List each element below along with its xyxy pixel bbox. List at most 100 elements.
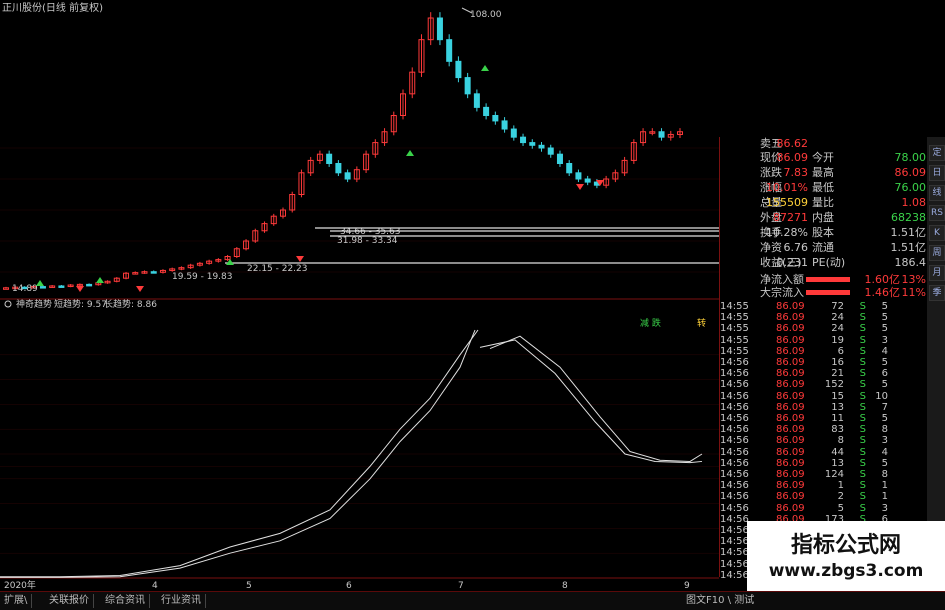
tick-count: 3 [881,334,888,346]
quote-value: 87271 [773,211,808,224]
chart-background [0,0,719,591]
flow-value: 1.46亿 [864,286,901,299]
tick-price: 86.09 [776,491,805,503]
toolbar-icon[interactable]: 日 [929,165,945,181]
candle-body [492,115,499,122]
toolbar-icon[interactable]: K [929,225,945,241]
xaxis-label: 2020年 [4,579,36,591]
xaxis-label: 9 [684,581,690,591]
bottom-tab[interactable]: 关联报价 [45,594,94,608]
tick-count: 6 [881,368,888,380]
tick-volume: 72 [831,301,844,312]
candle-body [584,178,591,183]
candle-body [473,93,480,108]
zone-label-2: 22.15 - 22.23 [247,264,308,274]
toolbar-icon[interactable]: 定 [929,145,945,161]
tick-price: 86.09 [776,457,805,469]
tick-side: S [859,312,866,324]
tick-side: S [859,480,866,492]
peak-annotation: 108.00 [470,10,502,20]
tick-volume: 1 [837,480,844,492]
tick-row: 14:56 86.09 11 S 5 [720,413,888,425]
quote-row: 涨跌 7.83 最高 86.09 [720,166,928,180]
bottom-tab[interactable]: 扩展\ [0,594,33,608]
candle-body [538,144,545,149]
tick-time: 14:56 [720,558,749,570]
xaxis-label: 7 [458,581,464,591]
watermark: 指标公式网 www.zbgs3.com [747,521,945,591]
toolbar-icon[interactable]: 周 [929,245,945,261]
candle-body [556,153,563,164]
tick-side: S [859,357,866,368]
tick-volume: 2 [837,491,844,503]
quote-value-2: 186.4 [894,256,927,269]
quote-value: 86.09 [776,151,809,164]
tick-price: 86.09 [776,357,805,368]
tick-price: 86.09 [776,390,805,402]
tick-count: 5 [881,312,888,324]
tick-time: 14:56 [720,457,749,469]
tick-side: S [859,491,866,503]
right-toolbar: 定日线 RS K 周月季 [927,137,945,577]
tick-row: 14:56 86.09 15 S 10 [720,391,888,403]
quote-value: 10.28% [766,226,808,239]
quote-value: 6.76 [783,241,809,254]
tick-volume: 124 [824,469,844,480]
toolbar-icon[interactable]: RS [929,205,945,221]
quote-value-2: 1.51亿 [890,226,927,239]
long-trend-label: 长趋势: 8.86 [104,298,157,310]
tick-price: 86.09 [776,401,805,413]
tick-row: 14:55 86.09 24 S 5 [720,323,888,335]
tick-time: 14:56 [720,379,749,391]
xaxis-label: 6 [346,581,352,591]
toolbar-icon[interactable]: 线 [929,185,945,201]
tick-count: 4 [881,446,888,458]
quote-value: 7.83 [783,166,809,179]
quote-value: 10.01% [766,181,808,194]
tick-row: 14:56 86.09 124 S 8 [720,469,888,481]
tick-side: S [859,379,866,391]
candle-body [464,77,471,95]
tick-price: 86.09 [776,379,805,391]
tick-time: 14:56 [720,502,749,514]
flow-bar [806,290,850,295]
quote-label: 涨跌 [760,166,782,179]
tick-row: 14:56 86.09 13 S 7 [720,402,888,414]
flow-label: 净流入额 [760,273,804,286]
legend-fall-label: 减 跌 [640,317,661,329]
toolbar-icon[interactable]: 月 [929,265,945,281]
tick-count: 5 [881,357,888,368]
tick-time: 14:55 [720,334,749,346]
tick-count: 3 [881,435,888,447]
quote-value-2: 1.51亿 [890,241,927,254]
bottom-tab[interactable]: 综合资讯 [101,594,150,608]
tick-time: 14:56 [720,569,749,581]
tick-price: 86.09 [776,301,805,312]
bottom-tab[interactable]: 行业资讯 [157,594,206,608]
candle-body [326,153,333,164]
toolbar-icon[interactable]: 季 [929,285,945,301]
candle-body [335,163,342,174]
tick-count: 8 [881,424,888,436]
tick-price: 86.09 [776,502,805,514]
price-chart-canvas[interactable]: 正川股份(日线 前复权)60.0050.0040.0030.0020.00108… [0,0,719,591]
candle-body [150,271,157,274]
tick-price: 86.09 [776,368,805,380]
candle-body [86,283,93,287]
candle-body [501,120,508,130]
tick-time: 14:55 [720,312,749,324]
tick-count: 5 [881,301,888,312]
tick-volume: 24 [831,312,844,324]
tick-time: 14:56 [720,446,749,458]
quote-row: 换手 10.28% 股本 1.51亿 [720,226,928,240]
tick-row: 14:56 86.09 5 S 3 [720,503,888,515]
bottom-right-tabs[interactable]: 图文F10 \ 测试 [682,594,758,608]
quote-label-2: 流通 [812,241,834,254]
tick-time: 14:56 [720,536,749,548]
quote-label-2: PE(动) [812,256,846,269]
quote-label-2: 股本 [812,226,834,239]
tick-side: S [859,390,866,402]
tick-volume: 5 [837,502,844,514]
xaxis-label: 4 [152,581,158,591]
chart-title: 正川股份(日线 前复权) [2,1,103,14]
